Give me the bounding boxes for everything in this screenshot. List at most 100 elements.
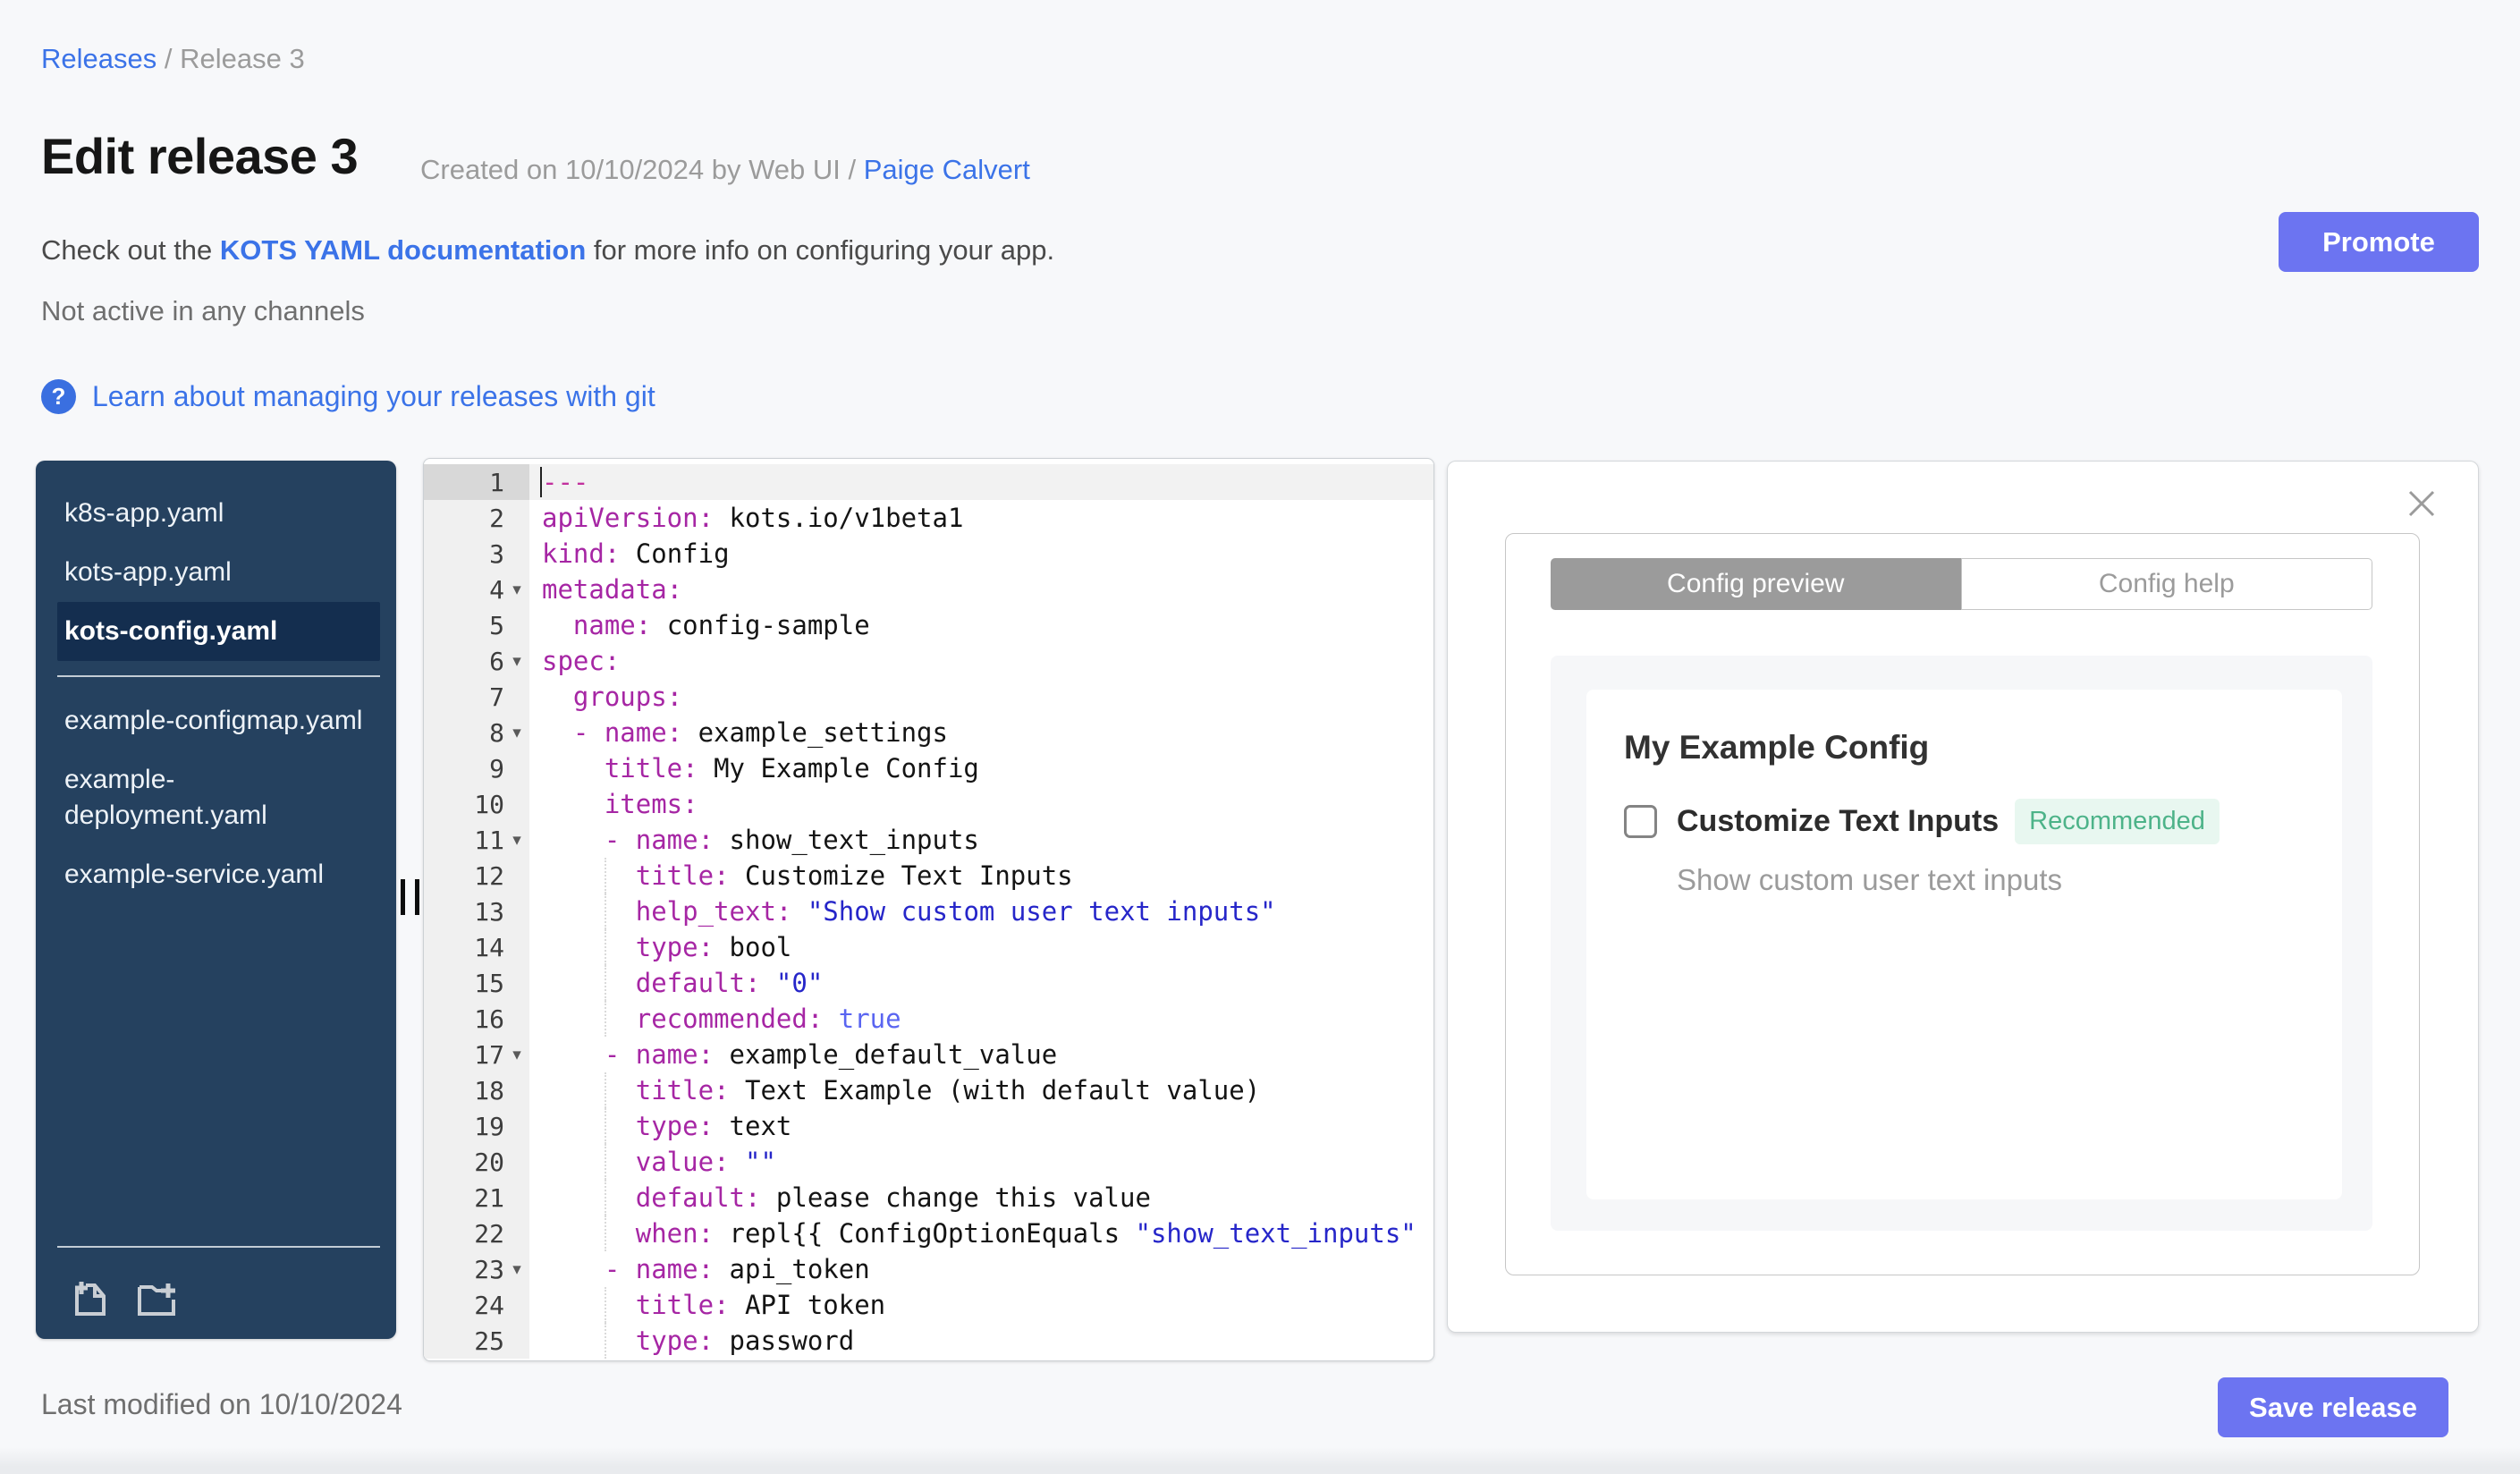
- code-text: title: Text Example (with default value): [529, 1072, 1433, 1108]
- code-text: type: text: [529, 1108, 1433, 1144]
- file-item[interactable]: example-configmap.yaml: [57, 691, 380, 750]
- customize-text-inputs-checkbox[interactable]: [1624, 805, 1657, 838]
- config-preview-card: Config preview Config help My Example Con…: [1505, 533, 2420, 1275]
- code-line[interactable]: 7▾ groups:: [424, 679, 1433, 715]
- code-line[interactable]: 19▾ type: text: [424, 1108, 1433, 1144]
- code-line[interactable]: 13▾ help_text: "Show custom user text in…: [424, 894, 1433, 929]
- created-info: Created on 10/10/2024 by Web UI / Paige …: [420, 154, 1030, 186]
- code-line[interactable]: 17 ▾ - name: example_default_value: [424, 1037, 1433, 1072]
- git-help-row: ? Learn about managing your releases wit…: [41, 379, 655, 414]
- code-line[interactable]: 25▾ type: password: [424, 1323, 1433, 1359]
- code-line[interactable]: 10▾ items:: [424, 786, 1433, 822]
- resize-handle-left[interactable]: [401, 879, 419, 915]
- code-line[interactable]: 9▾ title: My Example Config: [424, 750, 1433, 786]
- code-text: title: Customize Text Inputs: [529, 858, 1433, 894]
- code-line[interactable]: 21▾ default: please change this value: [424, 1180, 1433, 1216]
- file-item[interactable]: example-deployment.yaml: [57, 750, 380, 845]
- code-line[interactable]: 2▾ apiVersion: kots.io/v1beta1: [424, 500, 1433, 536]
- promote-button[interactable]: Promote: [2279, 212, 2479, 272]
- docs-suffix: for more info on configuring your app.: [586, 234, 1055, 266]
- code-text: help_text: "Show custom user text inputs…: [529, 894, 1433, 929]
- fold-arrow-icon[interactable]: ▾: [504, 1045, 529, 1064]
- code-text: recommended: true: [529, 1001, 1433, 1037]
- channel-status: Not active in any channels: [41, 295, 365, 326]
- breadcrumb-releases-link[interactable]: Releases: [41, 43, 156, 74]
- code-text: - name: show_text_inputs: [604, 825, 979, 855]
- code-text: - name: example_default_value: [604, 1039, 1058, 1070]
- add-file-icon[interactable]: [70, 1276, 111, 1317]
- fold-arrow-icon[interactable]: ▾: [504, 580, 529, 599]
- fold-arrow-icon[interactable]: ▾: [504, 651, 529, 671]
- breadcrumb: Releases / Release 3: [41, 43, 305, 75]
- recommended-badge: Recommended: [2015, 799, 2220, 844]
- code-text: default: "0": [529, 965, 1433, 1001]
- file-group-examples: example-configmap.yaml example-deployment…: [36, 691, 396, 904]
- line-number-gutter: 1▾: [424, 464, 529, 500]
- code-text: items:: [604, 789, 698, 819]
- code-text: title: API token: [529, 1287, 1433, 1323]
- line-number-gutter: 20▾: [424, 1144, 529, 1180]
- git-releases-link[interactable]: Learn about managing your releases with …: [92, 380, 655, 413]
- add-folder-icon[interactable]: [136, 1276, 177, 1317]
- sidebar-divider: [57, 675, 380, 677]
- line-number-gutter: 10▾: [424, 786, 529, 822]
- code-line[interactable]: 16▾ recommended: true: [424, 1001, 1433, 1037]
- line-number-gutter: 9▾: [424, 750, 529, 786]
- code-line[interactable]: 20▾ value: "": [424, 1144, 1433, 1180]
- fold-arrow-icon[interactable]: ▾: [504, 830, 529, 850]
- fold-arrow-icon[interactable]: ▾: [504, 723, 529, 742]
- code-line[interactable]: 11 ▾ - name: show_text_inputs: [424, 822, 1433, 858]
- yaml-code-editor[interactable]: 1▾---2▾ apiVersion: kots.io/v1beta1 3▾ kind…: [423, 458, 1434, 1361]
- sidebar-footer-divider: [57, 1246, 380, 1248]
- config-preview-panel: Config preview Config help My Example Con…: [1447, 461, 2479, 1333]
- line-number-gutter: 13▾: [424, 894, 529, 929]
- file-item[interactable]: kots-app.yaml: [57, 543, 380, 602]
- code-line[interactable]: 24▾ title: API token: [424, 1287, 1433, 1323]
- code-text: apiVersion: kots.io/v1beta1: [542, 503, 964, 533]
- code-line[interactable]: 12▾ title: Customize Text Inputs: [424, 858, 1433, 894]
- save-release-button[interactable]: Save release: [2218, 1377, 2448, 1437]
- tab-config-preview[interactable]: Config preview: [1551, 558, 1961, 610]
- line-number-gutter: 18▾: [424, 1072, 529, 1108]
- code-line[interactable]: 15▾ default: "0": [424, 965, 1433, 1001]
- line-number-gutter: 25▾: [424, 1323, 529, 1359]
- line-number-gutter: 5▾: [424, 607, 529, 643]
- config-render-area: My Example Config Customize Text Inputs …: [1551, 656, 2372, 1231]
- line-number-gutter: 4 ▾: [424, 572, 529, 607]
- question-mark-icon: ?: [41, 379, 76, 414]
- docs-prefix: Check out the: [41, 234, 220, 266]
- file-item[interactable]: example-service.yaml: [57, 845, 380, 904]
- line-number-gutter: 7▾: [424, 679, 529, 715]
- file-item[interactable]: kots-config.yaml: [57, 602, 380, 661]
- fold-arrow-icon[interactable]: ▾: [504, 1259, 529, 1279]
- code-line[interactable]: 8 ▾ - name: example_settings: [424, 715, 1433, 750]
- code-line[interactable]: 1▾---: [424, 464, 1433, 500]
- code-line[interactable]: 3▾ kind: Config: [424, 536, 1433, 572]
- breadcrumb-current: Release 3: [180, 43, 305, 74]
- line-number-gutter: 23 ▾: [424, 1251, 529, 1287]
- line-number-gutter: 11 ▾: [424, 822, 529, 858]
- line-number-gutter: 17 ▾: [424, 1037, 529, 1072]
- tab-config-help[interactable]: Config help: [1960, 558, 2372, 610]
- code-text: type: bool: [529, 929, 1433, 965]
- code-text: - name: api_token: [604, 1254, 870, 1284]
- file-item[interactable]: k8s-app.yaml: [57, 484, 380, 543]
- code-line[interactable]: 18▾ title: Text Example (with default va…: [424, 1072, 1433, 1108]
- line-number-gutter: 16▾: [424, 1001, 529, 1037]
- line-number-gutter: 19▾: [424, 1108, 529, 1144]
- breadcrumb-separator: /: [156, 43, 181, 74]
- config-item-row: Customize Text Inputs Recommended: [1624, 799, 2220, 844]
- author-link[interactable]: Paige Calvert: [864, 154, 1030, 185]
- code-line[interactable]: 14▾ type: bool: [424, 929, 1433, 965]
- code-text: spec:: [542, 646, 621, 676]
- code-line[interactable]: 6 ▾ spec:: [424, 643, 1433, 679]
- code-line[interactable]: 4 ▾ metadata:: [424, 572, 1433, 607]
- code-line[interactable]: 23 ▾ - name: api_token: [424, 1251, 1433, 1287]
- code-text: title: My Example Config: [604, 753, 979, 784]
- code-line[interactable]: 5▾ name: config-sample: [424, 607, 1433, 643]
- config-item-label: Customize Text Inputs: [1677, 804, 2000, 838]
- code-line[interactable]: 22▾ when: repl{{ ConfigOptionEquals "sho…: [424, 1216, 1433, 1251]
- code-text: type: password: [529, 1323, 1433, 1359]
- close-icon[interactable]: [2405, 487, 2439, 521]
- kots-yaml-docs-link[interactable]: KOTS YAML documentation: [220, 234, 586, 266]
